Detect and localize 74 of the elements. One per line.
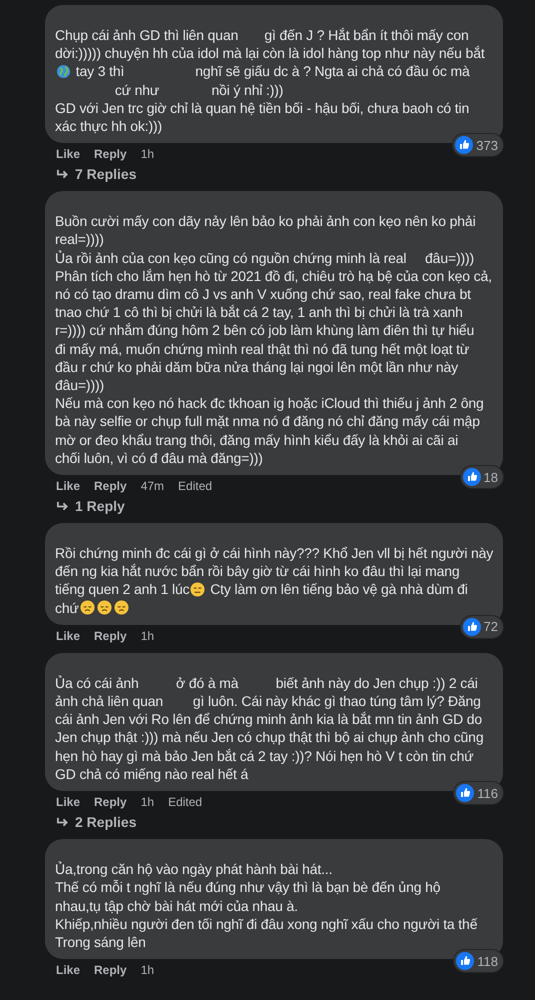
comment-text: Ủa rồi ảnh của con kẹo cũng có nguồn chứng minh là real đâu=)))) [55,248,474,267]
comment-action-link[interactable]: Reply [94,628,127,644]
expressionless-emoji-icon [190,582,206,598]
comment-action-link[interactable]: Like [56,146,80,162]
sad-emoji-icon [96,600,112,616]
reaction-count[interactable]: 116 [454,782,503,804]
thumbs-up-icon [455,136,474,154]
comment-text: ảnh chả liên quan gì luôn. Cái này khác gì thao túng tâm lý? Đăng [55,692,481,710]
reaction-count[interactable]: 18 [460,466,503,488]
comment-text: Thế có mỗi t nghĩ là nếu đúng như vậy thì là bạn bè đến ủng hộ [55,878,440,896]
comment-text: tnao chứ 1 cô thì bị chửi là bắt cá 2 tay, 1 anh thì bị chửi là trà xanh [55,303,463,322]
comment-text: cái ảnh Jen với Ro lên để chứng minh ảnh kia là bắt mn tin ảnh GD do [55,710,482,728]
reaction-count[interactable]: 118 [454,950,503,972]
comment-text: đi mấy má, muốn chứng mình real thật thì nó đã tung hết một loạt từ [55,340,470,358]
comment-action-link[interactable]: Like [56,794,80,810]
edited-label: Edited [168,794,202,810]
comment-text: nhau,tụ tập chờ bài hát mới của nhau à. [55,896,298,915]
thumbs-up-icon [456,784,474,802]
view-replies-link[interactable]: 1 Reply [45,494,503,514]
comment-text: Ủa có cái ảnh ở đó à mà biết ảnh này do Jen chụp :)) 2 cái [55,674,478,692]
comment-time: 1h [140,628,154,644]
comment-action-link[interactable]: Reply [94,794,127,810]
edited-label: Edited [178,478,212,494]
reply-arrow-icon [56,168,69,180]
comment-text: dời:))))) chuyện hh của idol mà lại còn là idol hàng top như này nếu bắt [55,44,485,62]
comment-text: xác thực hh ok:))) [55,117,162,136]
reaction-count[interactable]: 72 [460,616,503,638]
comment-text: Phân tích cho lắm hẹn hò từ 2021 đồ đi, chiêu trò hạ bệ của con kẹo cả, [55,266,492,286]
comment-time: 1h [140,794,154,810]
comment-text: chứ [55,598,79,617]
comment-text: cứ như nồi ý nhỉ :))) [114,80,284,99]
comment-action-link[interactable]: Like [56,628,80,644]
globe-icon [56,64,71,79]
comment-text: real=)))) [55,230,104,249]
comment-text: chối luôn, vì có đ đâu mà đăng=))) [55,448,263,468]
thumbs-up-icon [462,618,481,636]
comment-action-link[interactable]: Reply [94,962,127,978]
comment-time: 47m [140,478,164,494]
comment-text: GD với Jen trc giờ chỉ là quan hệ tiền bối - hậu bối, chưa baoh có tin [55,98,470,118]
comment-text: tiếng quen 2 anh 1 lúc [55,580,190,599]
reply-arrow-icon [56,500,69,512]
thumbs-up-icon [462,468,481,486]
comment-text: bà này selfie or chụp full mặt nma nó đ đăng nó chỉ đăng mấy cái mập [55,412,480,431]
comment-text: tay 3 thì nghĩ sẽ giấu dc à ? Ngta ai chả có đầu óc mà [74,62,470,81]
comment-text: Rồi chứng minh đc cái gì ở cái hình này??? Khổ Jen vll bị hết người này [55,544,494,562]
comment-text: Buồn cười mấy con dãy nảy lên bảo ko phải ảnh con kẹo nên ko phải [55,212,476,230]
comment-text: đến ng kia hắt nước bẩn rồi bây giờ từ cái hình ko đâu thì lại mang [55,562,460,580]
reply-arrow-icon [56,816,69,828]
comment-text: đầu r chứ ko phải dăm bữa nửa tháng lại ngoi lên một lần như này [55,358,458,376]
comment-text: Khiếp,nhiều người đen tối nghĩ đi đâu xong nghĩ xấu cho người ta thế [55,914,478,933]
reaction-count[interactable]: 373 [453,134,503,156]
comment-text: Nếu mà con kẹo nó hack đc tkhoan ig hoặc iCloud thì thiếu j ảnh 2 ông [55,394,484,412]
comment-text: Jen chụp thật :))) mà nếu Jen có chụp thật thì bộ ai chụp ảnh cho cũng [55,728,484,747]
comment-text: nó có tạo dramu dìm cô J vs anh V xuống chứ sao, real fake chưa bt [55,285,471,304]
comment-text: Trong sáng lên [55,932,146,952]
comment-text: hẹn hò hay gì mà bảo Jen bắt cá 2 tay :))? Nói hẹn hò V t còn tin chứ [55,746,474,765]
comment-text: Chụp cái ảnh GD thì liên quan gì đến J ? Hắt bẩn ít thôi mấy con [55,26,469,44]
view-replies-link[interactable]: 7 Replies [45,162,503,182]
comment-text: đâu=)))) [55,376,104,394]
comment-text: Cty làm ơn lên tiếng bảo vệ gà nhà dùm đi [209,580,468,599]
view-replies-link[interactable]: 2 Replies [45,810,503,830]
sad-emoji-icon [114,600,129,616]
comment-time: 1h [140,146,154,162]
comment-action-link[interactable]: Like [56,962,80,978]
sad-emoji-icon [80,600,95,616]
comment-action-link[interactable]: Reply [94,146,127,162]
comment-time: 1h [140,962,154,978]
comment-text: Ủa,trong căn hộ vào ngày phát hành bài hát... [55,860,332,878]
comment-text: GD chả có miếng nào real hết á [55,764,248,784]
comment-action-link[interactable]: Reply [94,478,127,494]
comment-action-link[interactable]: Like [56,478,80,494]
thumbs-up-icon [456,952,474,970]
comment-text: mờ or đeo khẩu trang thôi, đăng mấy hình kiểu đấy là khỏi ai cãi ai [55,430,458,449]
comment-text: r=)))) cứ nhắm đúng hôm 2 bên có job làm khùng làm điên thì tự hiểu [55,321,474,340]
